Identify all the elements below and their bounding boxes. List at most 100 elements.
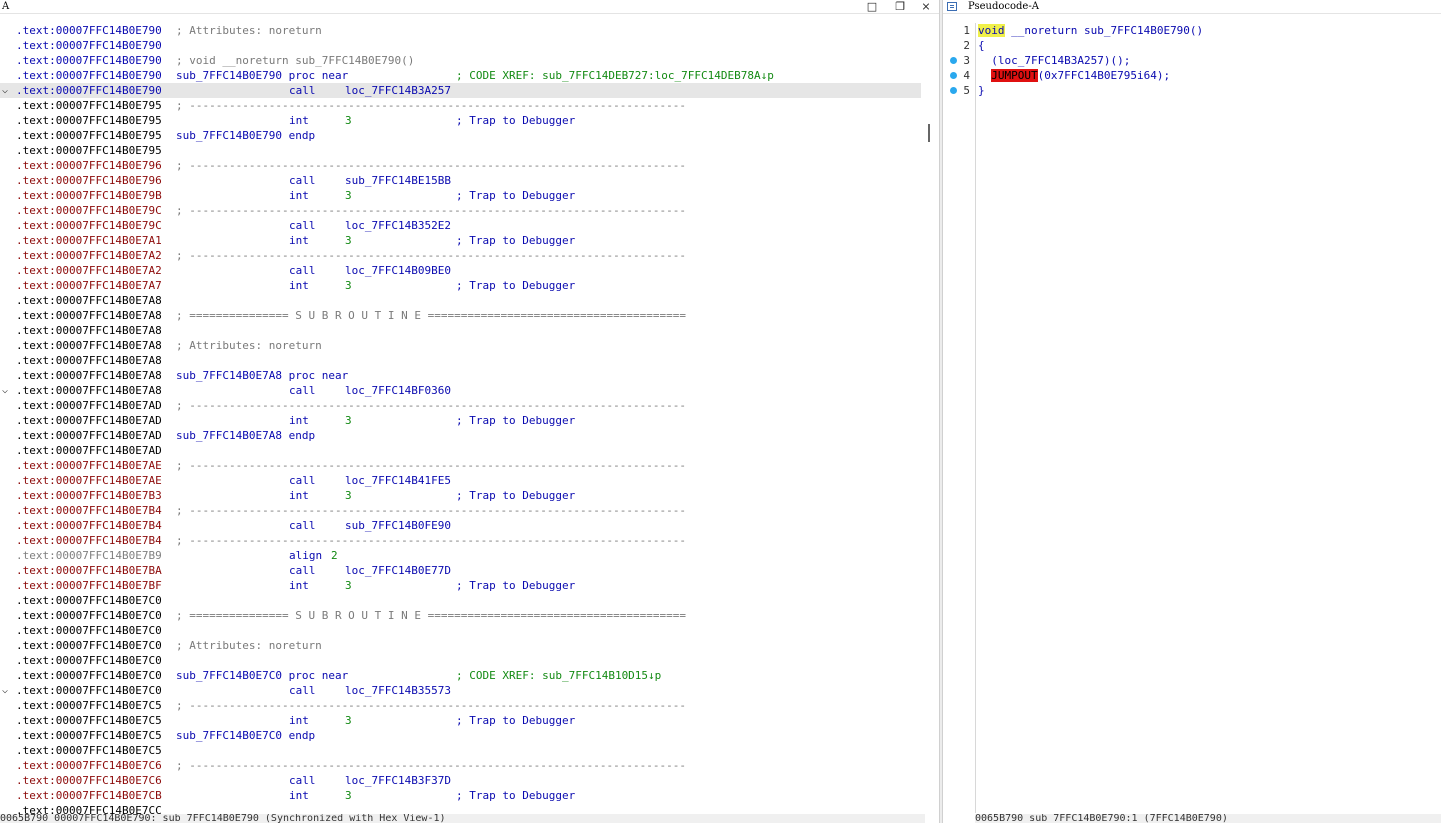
address[interactable]: .text:00007FFC14B0E7A8: [16, 323, 162, 338]
address[interactable]: .text:00007FFC14B0E796: [16, 158, 162, 173]
address[interactable]: .text:00007FFC14B0E7C5: [16, 728, 162, 743]
address[interactable]: .text:00007FFC14B0E7AD: [16, 398, 162, 413]
listing-line[interactable]: .text:00007FFC14B0E795 sub_7FFC14B0E790 e…: [0, 128, 921, 143]
address[interactable]: .text:00007FFC14B0E7A8: [16, 293, 162, 308]
pseudocode-line[interactable]: 3 (loc_7FFC14B3A257)();: [945, 53, 1441, 68]
address[interactable]: .text:00007FFC14B0E790: [16, 38, 162, 53]
listing-line[interactable]: .text:00007FFC14B0E7AD ; ----------------…: [0, 398, 921, 413]
listing-line[interactable]: .text:00007FFC14B0E7C5 sub_7FFC14B0E7C0 e…: [0, 728, 921, 743]
address[interactable]: .text:00007FFC14B0E796: [16, 173, 162, 188]
operand[interactable]: loc_7FFC14B35573: [345, 683, 451, 698]
address[interactable]: .text:00007FFC14B0E7A7: [16, 278, 162, 293]
address[interactable]: .text:00007FFC14B0E7C5: [16, 743, 162, 758]
address[interactable]: .text:00007FFC14B0E7C0: [16, 593, 162, 608]
listing-line[interactable]: .text:00007FFC14B0E7C5: [0, 743, 921, 758]
address[interactable]: .text:00007FFC14B0E790: [16, 53, 162, 68]
operand[interactable]: 3: [345, 713, 352, 728]
operand[interactable]: loc_7FFC14B0E77D: [345, 563, 451, 578]
listing-line[interactable]: .text:00007FFC14B0E796 ; ----------------…: [0, 158, 921, 173]
listing-line[interactable]: .text:00007FFC14B0E7B3 int 3 ; Trap to Debu…: [0, 488, 921, 503]
address[interactable]: .text:00007FFC14B0E7A8: [16, 353, 162, 368]
operand[interactable]: loc_7FFC14B09BE0: [345, 263, 451, 278]
close-button[interactable]: ×: [917, 0, 935, 13]
listing-line[interactable]: ⌵ .text:00007FFC14B0E7C0 call loc_7FFC14B35…: [0, 683, 921, 698]
address[interactable]: .text:00007FFC14B0E790: [16, 83, 162, 98]
listing-line[interactable]: .text:00007FFC14B0E7B4 call sub_7FFC14B0FE…: [0, 518, 921, 533]
vertical-scroll-thumb[interactable]: [928, 124, 930, 142]
address[interactable]: .text:00007FFC14B0E795: [16, 143, 162, 158]
listing-line[interactable]: .text:00007FFC14B0E7AD: [0, 443, 921, 458]
address[interactable]: .text:00007FFC14B0E79C: [16, 203, 162, 218]
operand[interactable]: sub_7FFC14BE15BB: [345, 173, 451, 188]
operand[interactable]: 2: [331, 548, 338, 563]
address[interactable]: .text:00007FFC14B0E7B9: [16, 548, 162, 563]
address[interactable]: .text:00007FFC14B0E795: [16, 113, 162, 128]
listing-line[interactable]: .text:00007FFC14B0E7C0: [0, 653, 921, 668]
listing-line[interactable]: .text:00007FFC14B0E7C6 ; ----------------…: [0, 758, 921, 773]
operand[interactable]: loc_7FFC14B3F37D: [345, 773, 451, 788]
disassembly-listing[interactable]: .text:00007FFC14B0E790 ; Attributes: nore…: [0, 23, 925, 815]
listing-line[interactable]: .text:00007FFC14B0E7AD int 3 ; Trap to Debu…: [0, 413, 921, 428]
listing-line[interactable]: .text:00007FFC14B0E7B4 ; ----------------…: [0, 503, 921, 518]
address[interactable]: .text:00007FFC14B0E7B4: [16, 518, 162, 533]
listing-line[interactable]: .text:00007FFC14B0E7A7 int 3 ; Trap to Debu…: [0, 278, 921, 293]
address[interactable]: .text:00007FFC14B0E7A2: [16, 263, 162, 278]
operand[interactable]: 3: [345, 188, 352, 203]
listing-line[interactable]: .text:00007FFC14B0E7C5 ; ----------------…: [0, 698, 921, 713]
address[interactable]: .text:00007FFC14B0E7AD: [16, 443, 162, 458]
listing-line[interactable]: .text:00007FFC14B0E7B9 align 2: [0, 548, 921, 563]
operand[interactable]: loc_7FFC14B3A257: [345, 83, 451, 98]
address[interactable]: .text:00007FFC14B0E7C0: [16, 683, 162, 698]
address[interactable]: .text:00007FFC14B0E7B4: [16, 503, 162, 518]
listing-line[interactable]: .text:00007FFC14B0E790 sub_7FFC14B0E790 p…: [0, 68, 921, 83]
listing-line[interactable]: .text:00007FFC14B0E7C0: [0, 593, 921, 608]
address[interactable]: .text:00007FFC14B0E7A1: [16, 233, 162, 248]
listing-line[interactable]: .text:00007FFC14B0E796 call sub_7FFC14BE15…: [0, 173, 921, 188]
operand[interactable]: 3: [345, 113, 352, 128]
panel-splitter[interactable]: [939, 0, 943, 823]
address[interactable]: .text:00007FFC14B0E790: [16, 68, 162, 83]
address[interactable]: .text:00007FFC14B0E7AD: [16, 413, 162, 428]
address[interactable]: .text:00007FFC14B0E7C0: [16, 653, 162, 668]
operand[interactable]: 3: [345, 413, 352, 428]
listing-line[interactable]: .text:00007FFC14B0E7BF int 3 ; Trap to Debu…: [0, 578, 921, 593]
address[interactable]: .text:00007FFC14B0E795: [16, 128, 162, 143]
pseudocode-text[interactable]: (loc_7FFC14B3A257)();: [978, 53, 1130, 68]
address[interactable]: .text:00007FFC14B0E7A8: [16, 383, 162, 398]
listing-line[interactable]: .text:00007FFC14B0E790 ; Attributes: nore…: [0, 23, 921, 38]
operand[interactable]: 3: [345, 578, 352, 593]
address[interactable]: .text:00007FFC14B0E7A2: [16, 248, 162, 263]
maximize-button[interactable]: □: [863, 0, 881, 13]
listing-line[interactable]: .text:00007FFC14B0E790: [0, 38, 921, 53]
listing-line[interactable]: .text:00007FFC14B0E7CB int 3 ; Trap to Debu…: [0, 788, 921, 803]
pseudocode-line[interactable]: 4 JUMPOUT(0x7FFC14B0E795i64);: [945, 68, 1441, 83]
address[interactable]: .text:00007FFC14B0E7B3: [16, 488, 162, 503]
operand[interactable]: loc_7FFC14B352E2: [345, 218, 451, 233]
address[interactable]: .text:00007FFC14B0E7C6: [16, 758, 162, 773]
listing-line[interactable]: .text:00007FFC14B0E79C ; ----------------…: [0, 203, 921, 218]
address[interactable]: .text:00007FFC14B0E795: [16, 98, 162, 113]
pseudocode-text[interactable]: void __noreturn sub_7FFC14B0E790(): [978, 23, 1203, 38]
operand[interactable]: 3: [345, 233, 352, 248]
pseudocode-line[interactable]: 5}: [945, 83, 1441, 98]
listing-line[interactable]: .text:00007FFC14B0E7A8: [0, 323, 921, 338]
operand[interactable]: loc_7FFC14BF0360: [345, 383, 451, 398]
listing-line[interactable]: .text:00007FFC14B0E7A8 ; =============== …: [0, 308, 921, 323]
listing-line[interactable]: .text:00007FFC14B0E7AE call loc_7FFC14B41F…: [0, 473, 921, 488]
listing-line[interactable]: ⌵ .text:00007FFC14B0E7A8 call loc_7FFC14BF0…: [0, 383, 921, 398]
operand[interactable]: sub_7FFC14B0FE90: [345, 518, 451, 533]
pseudocode-text[interactable]: }: [978, 83, 985, 98]
pseudocode-line[interactable]: 1 void __noreturn sub_7FFC14B0E790(): [945, 23, 1441, 38]
listing-line[interactable]: .text:00007FFC14B0E7C0 sub_7FFC14B0E7C0 p…: [0, 668, 921, 683]
restore-button[interactable]: ❐: [891, 0, 909, 13]
listing-line[interactable]: .text:00007FFC14B0E79C call loc_7FFC14B352…: [0, 218, 921, 233]
listing-line[interactable]: .text:00007FFC14B0E7A2 ; ----------------…: [0, 248, 921, 263]
address[interactable]: .text:00007FFC14B0E7AE: [16, 473, 162, 488]
address[interactable]: .text:00007FFC14B0E7BA: [16, 563, 162, 578]
address[interactable]: .text:00007FFC14B0E7C0: [16, 608, 162, 623]
pseudocode-view[interactable]: 1 void __noreturn sub_7FFC14B0E790() 2{3 (…: [945, 23, 1441, 813]
listing-line[interactable]: .text:00007FFC14B0E795 int 3 ; Trap to Debu…: [0, 113, 921, 128]
fold-toggle-icon[interactable]: ⌵: [2, 83, 8, 98]
operand[interactable]: 3: [345, 488, 352, 503]
operand[interactable]: 3: [345, 278, 352, 293]
